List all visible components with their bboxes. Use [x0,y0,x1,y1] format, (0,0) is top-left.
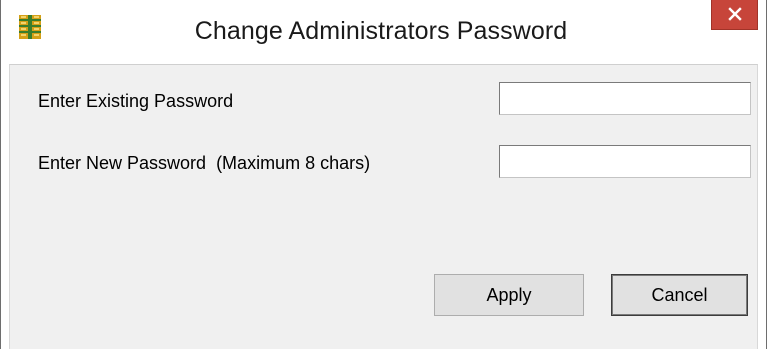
close-button[interactable] [711,0,758,30]
dialog-body: Enter Existing Password Enter New Passwo… [9,64,758,349]
apply-button[interactable]: Apply [434,274,584,316]
title-bar[interactable]: Change Administrators Password [1,0,766,64]
new-password-field[interactable] [499,145,751,178]
dialog-window: Change Administrators Password Enter Exi… [0,0,767,349]
existing-password-label: Enter Existing Password [38,91,234,111]
close-icon [728,7,742,21]
cancel-button[interactable]: Cancel [611,274,748,316]
existing-password-field[interactable] [499,82,751,115]
window-title: Change Administrators Password [194,17,568,45]
new-password-label: Enter New Password (Maximum 8 chars) [38,153,371,173]
